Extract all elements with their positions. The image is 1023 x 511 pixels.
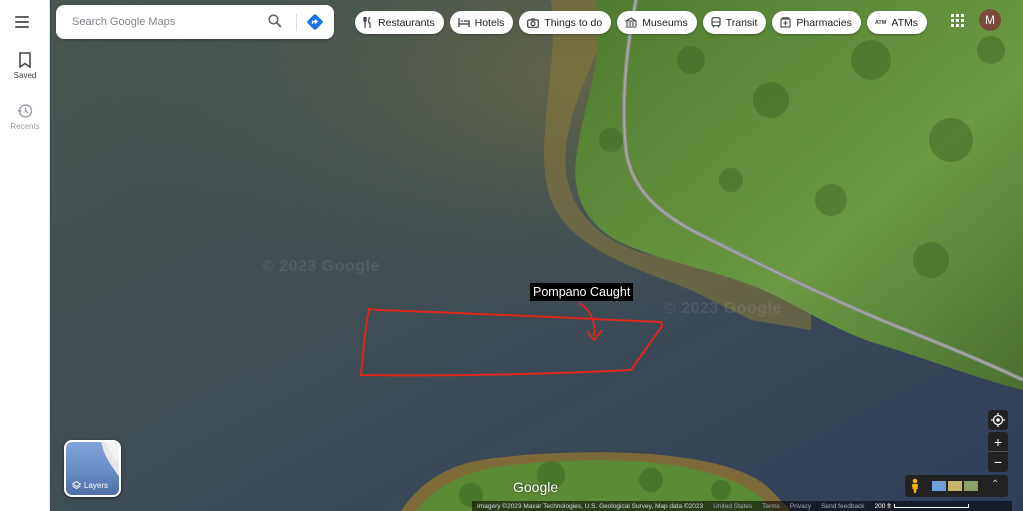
scale-label: 200 ft — [874, 502, 891, 510]
my-location-button[interactable] — [988, 410, 1008, 430]
recents-label: Recents — [10, 122, 40, 131]
scale-line — [893, 504, 969, 508]
satellite-imagery — [51, 0, 1023, 511]
privacy-link[interactable]: Privacy — [785, 503, 816, 510]
menu-icon[interactable] — [15, 15, 35, 29]
saved-button[interactable]: Saved — [0, 52, 50, 80]
layers-icon — [72, 481, 81, 490]
satellite-map[interactable] — [51, 0, 1023, 511]
map-footer: Imagery ©2023 Maxar Technologies, U.S. G… — [472, 501, 1012, 511]
left-rail: Saved Recents — [0, 0, 50, 511]
chip-museums[interactable]: Museums — [617, 11, 697, 34]
search-box — [56, 5, 334, 39]
search-divider — [296, 14, 297, 31]
zoom-controls: + − — [988, 432, 1008, 472]
pharmacy-icon — [780, 17, 791, 28]
pegman-icon[interactable] — [910, 478, 920, 499]
bed-icon — [457, 18, 470, 27]
location-target-icon — [991, 413, 1005, 427]
chip-hotels[interactable]: Hotels — [449, 11, 514, 34]
bus-icon — [711, 17, 721, 28]
layers-label: Layers — [84, 481, 109, 490]
imagery-thumbnails[interactable] — [932, 481, 978, 491]
museum-icon — [625, 17, 638, 28]
atm-icon: ATM — [874, 19, 887, 26]
search-input[interactable] — [72, 13, 262, 31]
directions-icon[interactable] — [306, 13, 324, 36]
annotation-label: Pompano Caught — [530, 283, 634, 301]
zoom-in-button[interactable]: + — [988, 432, 1008, 452]
chip-restaurants[interactable]: Restaurants — [355, 11, 444, 34]
fork-knife-icon — [363, 17, 373, 28]
saved-label: Saved — [13, 71, 37, 80]
attribution-text: Imagery ©2023 Maxar Technologies, U.S. G… — [477, 502, 704, 510]
map-watermark: © 2023 Google — [664, 300, 782, 317]
country-link[interactable]: United States — [708, 503, 757, 510]
layers-button[interactable]: Layers — [64, 440, 121, 497]
scale-bar[interactable]: 200 ft — [870, 503, 974, 510]
send-feedback-link[interactable]: Send feedback — [816, 503, 869, 510]
category-chips: Restaurants Hotels Things to do Museums … — [355, 11, 928, 34]
search-icon[interactable] — [268, 14, 282, 33]
bookmark-icon — [19, 52, 31, 68]
chip-pharmacies[interactable]: Pharmacies — [772, 11, 861, 34]
zoom-out-button[interactable]: − — [988, 452, 1008, 472]
chip-transit[interactable]: Transit — [702, 11, 767, 34]
expand-icon[interactable]: ⌃ — [991, 479, 999, 490]
chip-things-to-do[interactable]: Things to do — [519, 11, 612, 34]
account-avatar[interactable]: M — [979, 9, 1001, 31]
recents-button[interactable]: Recents — [0, 103, 50, 131]
google-logo: Google — [513, 479, 559, 495]
camera-icon — [527, 18, 540, 28]
street-view-bar: ⌃ — [905, 475, 1008, 497]
google-apps-icon[interactable] — [951, 14, 965, 28]
map-watermark: © 2023 Google — [262, 258, 380, 275]
history-icon — [17, 104, 33, 118]
terms-link[interactable]: Terms — [757, 503, 785, 510]
chip-atms[interactable]: ATM ATMs — [866, 11, 928, 34]
